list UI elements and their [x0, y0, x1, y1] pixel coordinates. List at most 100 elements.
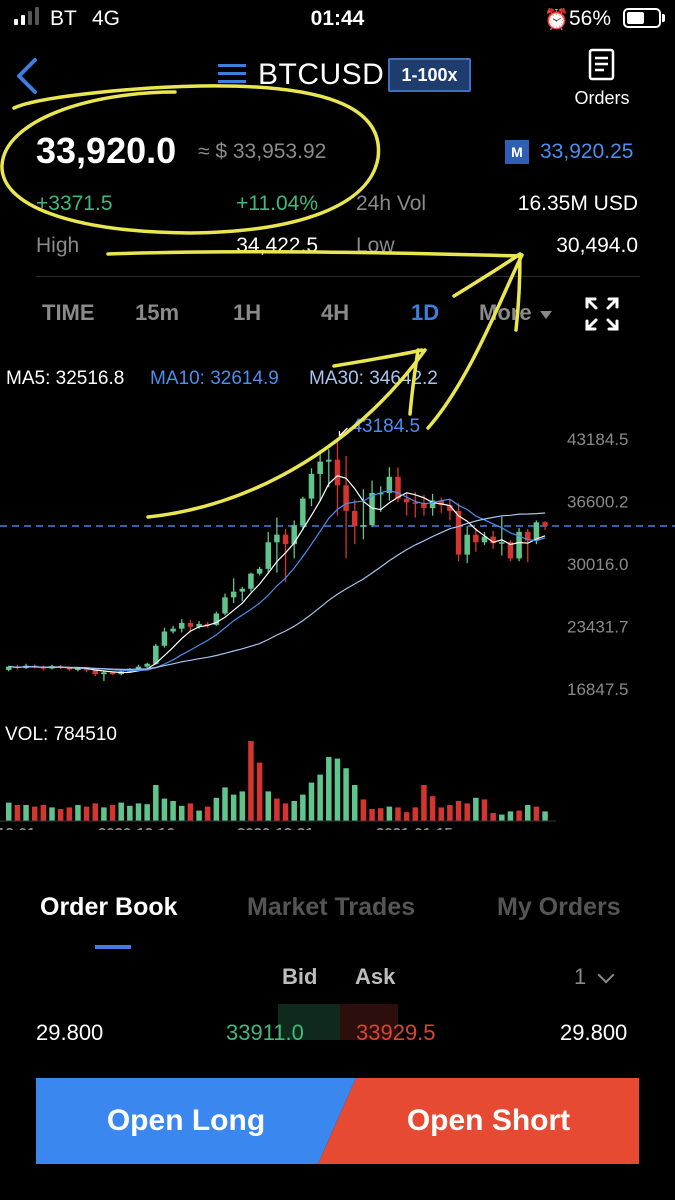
y-tick-label: 36600.2: [567, 493, 628, 512]
volume-bar: [481, 799, 488, 821]
volume-bar: [196, 810, 202, 821]
volume-bar: [230, 794, 237, 821]
fullscreen-icon[interactable]: [584, 296, 620, 332]
tab-order-book[interactable]: Order Book: [40, 893, 178, 922]
candle-body: [334, 459, 341, 486]
volume-bar: [352, 785, 358, 821]
candle-body: [187, 622, 194, 627]
y-tick-label: 30016.0: [567, 555, 628, 574]
mark-price-badge: M: [505, 140, 529, 164]
volume-bar: [135, 803, 142, 821]
volume-bar: [265, 791, 271, 821]
timeframe-1d[interactable]: 1D: [411, 300, 439, 326]
volume-bar: [179, 805, 185, 821]
candle-body: [317, 461, 323, 474]
volume-bar: [516, 810, 522, 821]
candle-body: [248, 573, 254, 589]
ma5-line: [8, 475, 546, 674]
low-label: Low: [356, 234, 395, 257]
timeframe-more[interactable]: More: [479, 300, 532, 326]
orders-icon[interactable]: [588, 48, 615, 81]
back-arrow-icon[interactable]: [14, 56, 40, 96]
x-tick-label: 2020-12-31: [237, 825, 314, 830]
candle-body: [274, 534, 280, 543]
volume-bar: [490, 813, 496, 821]
volume-bar: [317, 774, 323, 821]
candle-body: [161, 631, 168, 646]
volume-bar: [83, 806, 90, 821]
volume-label: 24h Vol: [356, 192, 427, 215]
price-change: +3371.5: [36, 192, 113, 215]
bid-header: Bid: [282, 964, 318, 989]
volume-bar: [118, 802, 124, 821]
ma5-label: MA5: 32516.8: [6, 368, 125, 389]
candle-body: [291, 525, 297, 545]
timeframe-4h[interactable]: 4H: [321, 300, 349, 326]
candlestick-chart[interactable]: 43184.5 36600.2 30016.0 23431.7 16847.5 4318…: [0, 400, 675, 830]
volume-bar: [438, 807, 444, 821]
mark-price: 33,920.25: [540, 140, 634, 163]
divider: [36, 276, 640, 277]
volume-bar: [170, 801, 176, 821]
open-short-label: Open Short: [406, 1104, 571, 1137]
candle-body: [256, 568, 263, 574]
candle-body: [144, 663, 150, 667]
timeframe-15m[interactable]: 15m: [135, 300, 179, 326]
volume-bar: [334, 758, 341, 821]
ask-header: Ask: [355, 964, 396, 989]
candle-body: [239, 588, 246, 592]
tab-market-trades[interactable]: Market Trades: [247, 893, 415, 922]
volume-bar: [92, 803, 98, 821]
volume-bar: [386, 806, 393, 821]
orders-button-label[interactable]: Orders: [560, 88, 644, 109]
leverage-badge[interactable]: 1-100x: [388, 58, 471, 92]
volume-bar: [101, 807, 107, 821]
volume-bar: [222, 787, 228, 821]
volume-bar: [213, 797, 220, 821]
volume-bar: [421, 785, 427, 821]
x-tick-label: 2020-12-16: [98, 825, 175, 830]
candle-body: [343, 485, 349, 511]
volume-bar: [360, 799, 367, 821]
volume-bar: [412, 807, 419, 821]
timeframe-time[interactable]: TIME: [42, 300, 95, 326]
volume-bar: [542, 811, 548, 821]
ma30-label: MA30: 34642.2: [309, 368, 438, 389]
candle-body: [352, 510, 358, 527]
volume-bar: [75, 805, 81, 821]
volume-bar: [187, 803, 194, 821]
price-change-percent: +11.04%: [236, 192, 318, 215]
volume-bar: [23, 805, 29, 821]
tab-my-orders[interactable]: My Orders: [497, 893, 621, 922]
candle-body: [92, 670, 98, 675]
y-tick-label: 16847.5: [567, 680, 628, 699]
open-long-button[interactable]: Open Long: [36, 1078, 356, 1164]
candle-body: [170, 628, 176, 632]
candle-body: [464, 534, 470, 555]
active-tab-indicator: [95, 945, 131, 949]
ma10-line: [8, 489, 546, 671]
high-marker-label: 43184.5: [351, 416, 420, 437]
chevron-down-icon[interactable]: [597, 966, 615, 984]
pair-title[interactable]: BTCUSD: [258, 58, 384, 92]
more-caret-icon: [540, 311, 552, 319]
low-value: 30,494.0: [556, 234, 638, 257]
timeframe-1h[interactable]: 1H: [233, 300, 261, 326]
volume-bar: [49, 807, 55, 821]
volume-bar: [499, 814, 505, 821]
candle-body: [403, 498, 410, 503]
depth-selector[interactable]: 1: [574, 964, 586, 990]
volume-bar: [144, 804, 150, 821]
volume-bar: [343, 768, 349, 821]
menu-icon[interactable]: [218, 60, 246, 90]
candle-body: [282, 534, 289, 545]
open-short-button[interactable]: Open Short: [318, 1078, 639, 1164]
volume-bar: [300, 794, 306, 821]
candle-body: [326, 459, 332, 462]
candle-body: [542, 522, 548, 526]
x-tick-label: -12-01: [0, 825, 35, 830]
candle-body: [473, 534, 479, 543]
volume-bar: [204, 806, 211, 821]
approx-usd-price: ≈ $ 33,953.92: [198, 140, 327, 163]
volume-bar: [403, 812, 410, 821]
